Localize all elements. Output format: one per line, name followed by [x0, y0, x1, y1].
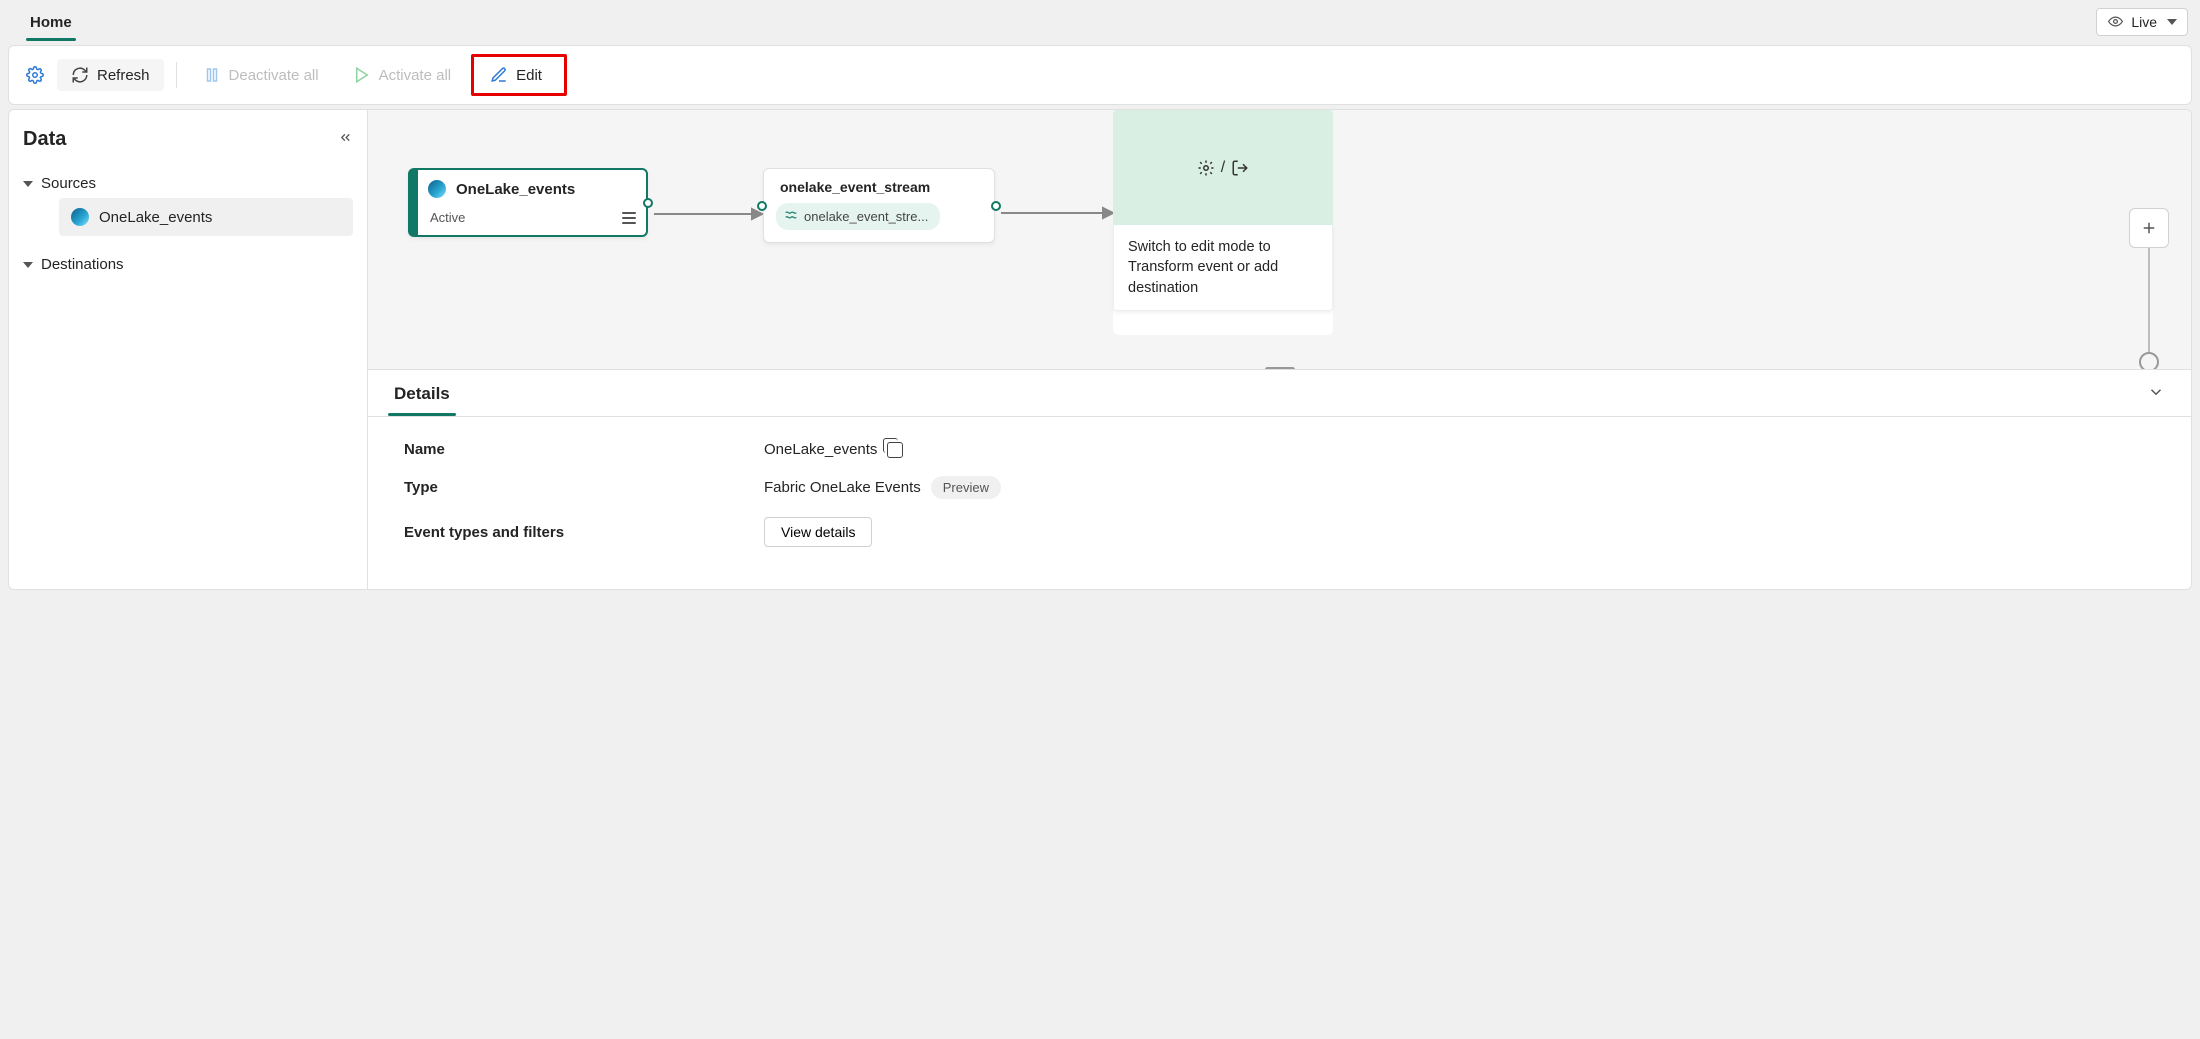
detail-type-label: Type: [404, 479, 764, 496]
chevron-down-icon: [2147, 383, 2165, 401]
deactivate-all-label: Deactivate all: [229, 67, 319, 84]
chevron-down-icon: [23, 181, 33, 187]
preview-badge: Preview: [931, 476, 1001, 499]
add-node-button[interactable]: [2129, 208, 2169, 248]
refresh-icon: [71, 66, 89, 84]
node-menu-button[interactable]: [622, 212, 636, 224]
tab-details-label: Details: [394, 384, 450, 403]
live-mode-label: Live: [2131, 14, 2157, 30]
edit-highlight: Edit: [471, 54, 567, 96]
details-panel: Details Name OneLake_events Type: [368, 370, 2191, 589]
pause-icon: [203, 66, 221, 84]
settings-button[interactable]: [19, 59, 51, 91]
destinations-tree-toggle[interactable]: Destinations: [23, 250, 353, 279]
toolbar-separator: [176, 62, 177, 88]
node-source-onelake-events[interactable]: OneLake_events Active: [408, 168, 648, 237]
node-source-title: OneLake_events: [456, 181, 575, 198]
canvas[interactable]: OneLake_events Active onelake_event_stre…: [368, 110, 2191, 370]
node-stream[interactable]: onelake_event_stream onelake_event_stre.…: [763, 168, 995, 243]
view-details-label: View details: [781, 524, 855, 540]
node-source-status: Active: [430, 210, 465, 225]
activate-all-button[interactable]: Activate all: [339, 59, 466, 91]
copy-name-button[interactable]: [887, 442, 903, 458]
activate-all-label: Activate all: [379, 67, 452, 84]
dest-separator: /: [1221, 159, 1225, 177]
edit-label: Edit: [516, 67, 542, 84]
onelake-icon: [428, 180, 446, 198]
edit-icon: [490, 66, 508, 84]
tab-home-label: Home: [30, 14, 72, 31]
node-port-in[interactable]: [757, 201, 767, 211]
chevron-down-icon: [2167, 19, 2177, 25]
plus-icon: [2140, 219, 2158, 237]
collapse-sidebar-button[interactable]: [338, 130, 353, 149]
view-details-button[interactable]: View details: [764, 517, 872, 547]
double-chevron-left-icon: [338, 130, 353, 145]
dest-hint-text: Switch to edit mode to Transform event o…: [1113, 225, 1333, 311]
data-sidebar: Data Sources OneLake_events Destinations: [8, 109, 368, 590]
tab-home[interactable]: Home: [12, 6, 90, 41]
detail-name-value: OneLake_events: [764, 441, 877, 458]
refresh-label: Refresh: [97, 67, 150, 84]
edit-button[interactable]: Edit: [476, 59, 556, 91]
zoom-handle[interactable]: [2139, 352, 2159, 370]
onelake-icon: [71, 208, 89, 226]
sidebar-item-onelake-events[interactable]: OneLake_events: [59, 198, 353, 236]
sidebar-title: Data: [23, 128, 66, 151]
canvas-wrap: OneLake_events Active onelake_event_stre…: [368, 109, 2192, 590]
stream-icon: [784, 208, 798, 225]
collapse-details-button[interactable]: [2141, 377, 2171, 410]
stream-pill[interactable]: onelake_event_stre...: [776, 203, 940, 230]
node-stream-title: onelake_event_stream: [776, 179, 982, 195]
zoom-rail: [2148, 248, 2150, 356]
detail-filters-label: Event types and filters: [404, 524, 764, 541]
destinations-label: Destinations: [41, 256, 124, 273]
detail-name-label: Name: [404, 441, 764, 458]
deactivate-all-button[interactable]: Deactivate all: [189, 59, 333, 91]
tab-details[interactable]: Details: [388, 370, 456, 416]
output-icon: [1231, 159, 1249, 177]
chevron-down-icon: [23, 262, 33, 268]
toolbar: Refresh Deactivate all Activate all Edit: [8, 45, 2192, 105]
splitter-handle[interactable]: [1265, 367, 1295, 370]
eye-icon: [2107, 14, 2123, 30]
sidebar-item-label: OneLake_events: [99, 209, 212, 226]
sources-label: Sources: [41, 175, 96, 192]
live-mode-dropdown[interactable]: Live: [2096, 8, 2188, 36]
transform-icon: [1197, 159, 1215, 177]
sources-tree-toggle[interactable]: Sources: [23, 169, 353, 198]
refresh-button[interactable]: Refresh: [57, 59, 164, 91]
gear-icon: [26, 66, 44, 84]
stream-pill-label: onelake_event_stre...: [804, 209, 928, 224]
node-destination-hint[interactable]: / Switch to edit mode to Transform event…: [1113, 110, 1333, 335]
detail-type-value: Fabric OneLake Events: [764, 479, 921, 496]
play-icon: [353, 66, 371, 84]
